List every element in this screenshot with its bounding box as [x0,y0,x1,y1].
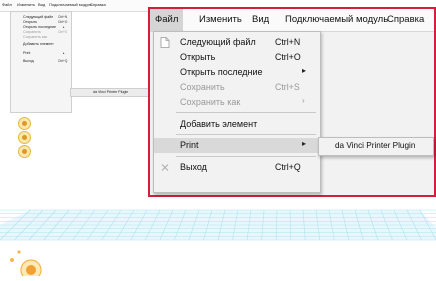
submenu-item-davinci-plugin[interactable]: da Vinci Printer Plugin [335,141,415,150]
menu-view[interactable]: Вид [247,9,274,31]
mini-item-open: Открыть [23,20,38,24]
mini-item-print: Print [23,51,31,55]
chevron-right-icon: ▸ [302,139,307,148]
open-label: Открыть [180,52,216,62]
save-shortcut: Ctrl+S [275,82,300,92]
print-button-icon[interactable] [5,248,43,281]
add-element-label: Добавить элемент [180,119,258,129]
menu-separator [176,156,316,157]
open-shortcut: Ctrl+O [275,52,301,62]
tool-icon-3[interactable] [18,145,31,158]
exit-label: Выход [180,162,207,172]
mini-item-save-as: Сохранить как [23,35,48,39]
mini-arrow-recent: ▸ [63,25,65,29]
save-as-label: Сохранить как [180,97,241,107]
new-file-icon [160,37,170,48]
mini-item-recent: Открыть последние [23,25,56,29]
mini-menu-view: Вид [38,2,46,7]
menu-help[interactable]: Справка [382,9,429,31]
menu-item-open-recent[interactable]: Открыть последние ▸ [154,65,320,80]
highlighted-menu-window: Файл Изменить Вид Подключаемый модуль Сп… [148,7,436,197]
mini-item-save: Сохранить [23,30,41,34]
print-submenu: da Vinci Printer Plugin [318,137,434,156]
menu-plugin[interactable]: Подключаемый модуль [280,9,393,31]
mini-menu-help: Справка [90,2,106,7]
exit-icon [161,164,169,171]
tool-icon-2[interactable] [18,131,31,144]
menu-item-open[interactable]: Открыть Ctrl+O [154,50,320,65]
mini-item-new: Следующий файл [23,15,54,19]
mini-menu-edit: Изменить [17,2,36,7]
menu-file[interactable]: Файл [150,9,184,31]
menu-item-save-as[interactable]: Сохранить как › [154,95,320,110]
mini-file-menu: Следующий файл Ctrl+N Открыть Ctrl+O Отк… [10,11,72,113]
mini-shortcut-new: Ctrl+N [58,15,68,19]
menu-edit[interactable]: Изменить [194,9,247,31]
tool-icon-1[interactable] [18,117,31,130]
menu-item-add-element[interactable]: Добавить элемент [154,117,320,132]
file-dropdown: Следующий файл Ctrl+N Открыть Ctrl+O Отк… [153,31,321,193]
menu-item-new-file[interactable]: Следующий файл Ctrl+N [154,35,320,50]
menubar: Файл Изменить Вид Подключаемый модуль Сп… [150,9,434,32]
mini-submenu: da Vinci Printer Plugin [70,88,152,97]
chevron-right-icon: › [302,96,305,105]
mini-item-add: Добавить элемент [23,42,54,46]
menu-item-save[interactable]: Сохранить Ctrl+S [154,80,320,95]
new-file-label: Следующий файл [180,37,256,47]
mini-menu-plugin: Подключаемый модуль [49,2,93,7]
mini-shortcut-save: Ctrl+S [58,30,67,34]
mini-arrow-print: ▸ [63,51,65,55]
mini-shortcut-exit: Ctrl+Q [58,59,68,63]
mini-submenu-item: da Vinci Printer Plugin [93,90,129,94]
menu-separator [176,112,316,113]
new-file-shortcut: Ctrl+N [275,37,301,47]
print-label: Print [180,140,199,150]
menu-item-print[interactable]: Print ▸ [154,138,320,153]
exit-shortcut: Ctrl+Q [275,162,301,172]
menu-separator [176,134,316,135]
mini-shortcut-open: Ctrl+O [58,20,68,24]
menu-item-exit[interactable]: Выход Ctrl+Q [154,160,320,175]
chevron-right-icon: ▸ [302,66,307,75]
save-label: Сохранить [180,82,225,92]
open-recent-label: Открыть последние [180,67,263,77]
mini-menu-file: Файл [2,2,12,7]
mini-item-exit: Выход [23,59,34,63]
